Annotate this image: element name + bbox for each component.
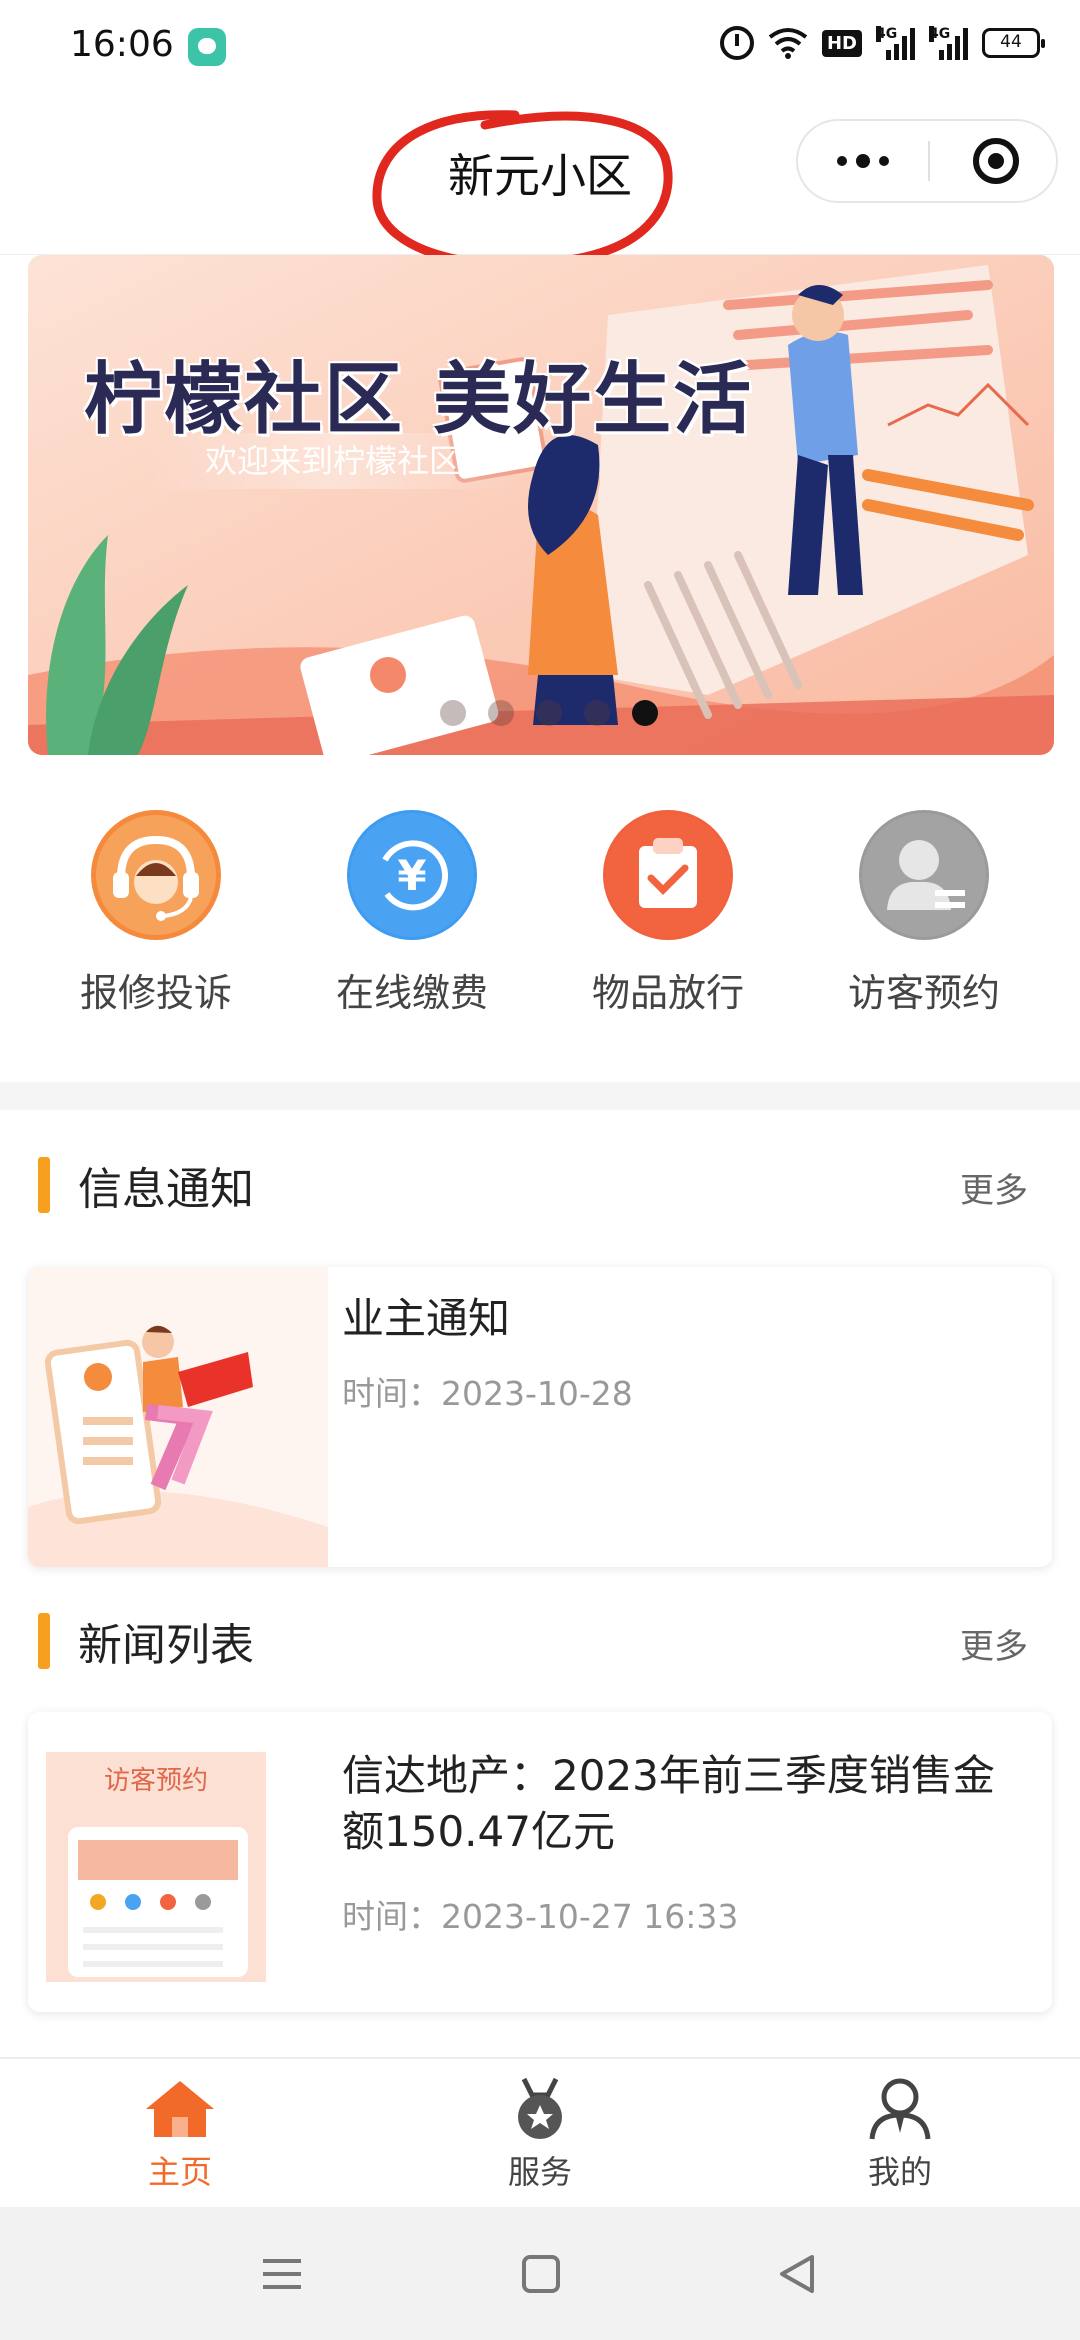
service-medal-icon [502, 2077, 578, 2141]
clipboard-check-icon [603, 810, 733, 940]
news-card[interactable]: 访客预约 信达地产：2023年前三季度销售金额150.47亿元 时间：2023-… [28, 1712, 1052, 2012]
menu-online-payment[interactable]: ¥ 在线缴费 [284, 810, 540, 1017]
wifi-icon [768, 28, 808, 59]
network-type-1: 4G [876, 26, 898, 42]
bottom-tab-bar: 主页 服务 我的 [0, 2057, 1080, 2207]
signal-2-icon: 4G [929, 26, 968, 60]
signal-1-icon: 4G [876, 26, 915, 60]
status-time: 16:06 [70, 24, 174, 65]
news-more-link[interactable]: 更多 [960, 1619, 1028, 1668]
section-accent-bar [38, 1613, 50, 1669]
headset-service-icon [91, 810, 221, 940]
tab-home[interactable]: 主页 [0, 2077, 360, 2193]
notices-title: 信息通知 [78, 1164, 254, 1215]
menu-label: 物品放行 [591, 971, 744, 1015]
banner-carousel[interactable]: 柠檬社区 美好生活 欢迎来到柠檬社区 [28, 255, 1054, 755]
nav-bar: 新元小区 [0, 95, 1080, 270]
menu-label: 报修投诉 [79, 971, 232, 1015]
banner-subtitle: 欢迎来到柠檬社区 [148, 433, 518, 489]
mini-program-capsule [796, 119, 1058, 203]
battery-icon: 44 [982, 28, 1045, 58]
notices-more-link[interactable]: 更多 [960, 1163, 1028, 1212]
carousel-dot[interactable] [584, 700, 610, 726]
profile-icon [862, 2077, 938, 2141]
carousel-dots [440, 700, 658, 726]
status-icons: HD 4G 4G 44 [719, 26, 1045, 60]
menu-visitor-booking[interactable]: 访客预约 [796, 810, 1052, 1017]
news-thumbnail-art [28, 1712, 328, 2012]
section-accent-bar [38, 1157, 50, 1213]
status-bar: 16:06 HD 4G 4G 44 [0, 0, 1080, 95]
yen-payment-icon: ¥ [347, 810, 477, 940]
notices-header: 信息通知 更多 [0, 1137, 1080, 1227]
target-close-icon[interactable] [973, 138, 1019, 184]
system-navigation-bar [0, 2207, 1080, 2340]
notice-card[interactable]: 业主通知 时间：2023-10-28 [28, 1267, 1052, 1567]
home-icon [142, 2077, 218, 2141]
menu-label: 访客预约 [847, 971, 1000, 1015]
quick-menu: 报修投诉 ¥ 在线缴费 物品放行 访客预约 [0, 780, 1080, 1070]
back-triangle-icon[interactable] [772, 2249, 822, 2299]
notice-title: 业主通知 [342, 1294, 511, 1343]
svg-text:¥: ¥ [397, 851, 426, 900]
news-item-time: 时间：2023-10-27 16:33 [342, 1897, 739, 1936]
network-type-2: 4G [929, 26, 951, 42]
notice-time: 时间：2023-10-28 [342, 1374, 633, 1413]
red-annotation-circle [372, 110, 673, 270]
menu-lines-icon[interactable] [257, 2249, 307, 2299]
news-thumbnail-caption: 访客预约 [103, 1766, 208, 1796]
section-divider [0, 1082, 1080, 1110]
menu-label: 在线缴费 [335, 971, 488, 1015]
carousel-dot-active[interactable] [632, 700, 658, 726]
home-square-icon[interactable] [516, 2249, 566, 2299]
app-notification-icon [188, 28, 226, 66]
capsule-divider [928, 141, 930, 181]
banner-illustration [28, 255, 1054, 755]
alarm-icon [719, 26, 754, 60]
visitor-person-icon [859, 810, 989, 940]
hd-badge: HD [821, 29, 862, 57]
news-header: 新闻列表 更多 [0, 1593, 1080, 1683]
news-title: 新闻列表 [78, 1620, 254, 1671]
tab-label: 服务 [507, 2153, 572, 2191]
notice-thumbnail [28, 1267, 328, 1567]
menu-item-release[interactable]: 物品放行 [540, 810, 796, 1017]
news-item-title: 信达地产：2023年前三季度销售金额150.47亿元 [342, 1751, 995, 1856]
carousel-dot[interactable] [536, 700, 562, 726]
tab-service[interactable]: 服务 [360, 2077, 720, 2193]
menu-repair-complaint[interactable]: 报修投诉 [28, 810, 284, 1017]
tab-label: 主页 [147, 2153, 212, 2191]
carousel-dot[interactable] [488, 700, 514, 726]
news-thumbnail: 访客预约 [28, 1712, 328, 2012]
more-dots-icon[interactable] [798, 121, 928, 201]
carousel-dot[interactable] [440, 700, 466, 726]
tab-profile[interactable]: 我的 [720, 2077, 1080, 2193]
tab-label: 我的 [867, 2153, 932, 2191]
